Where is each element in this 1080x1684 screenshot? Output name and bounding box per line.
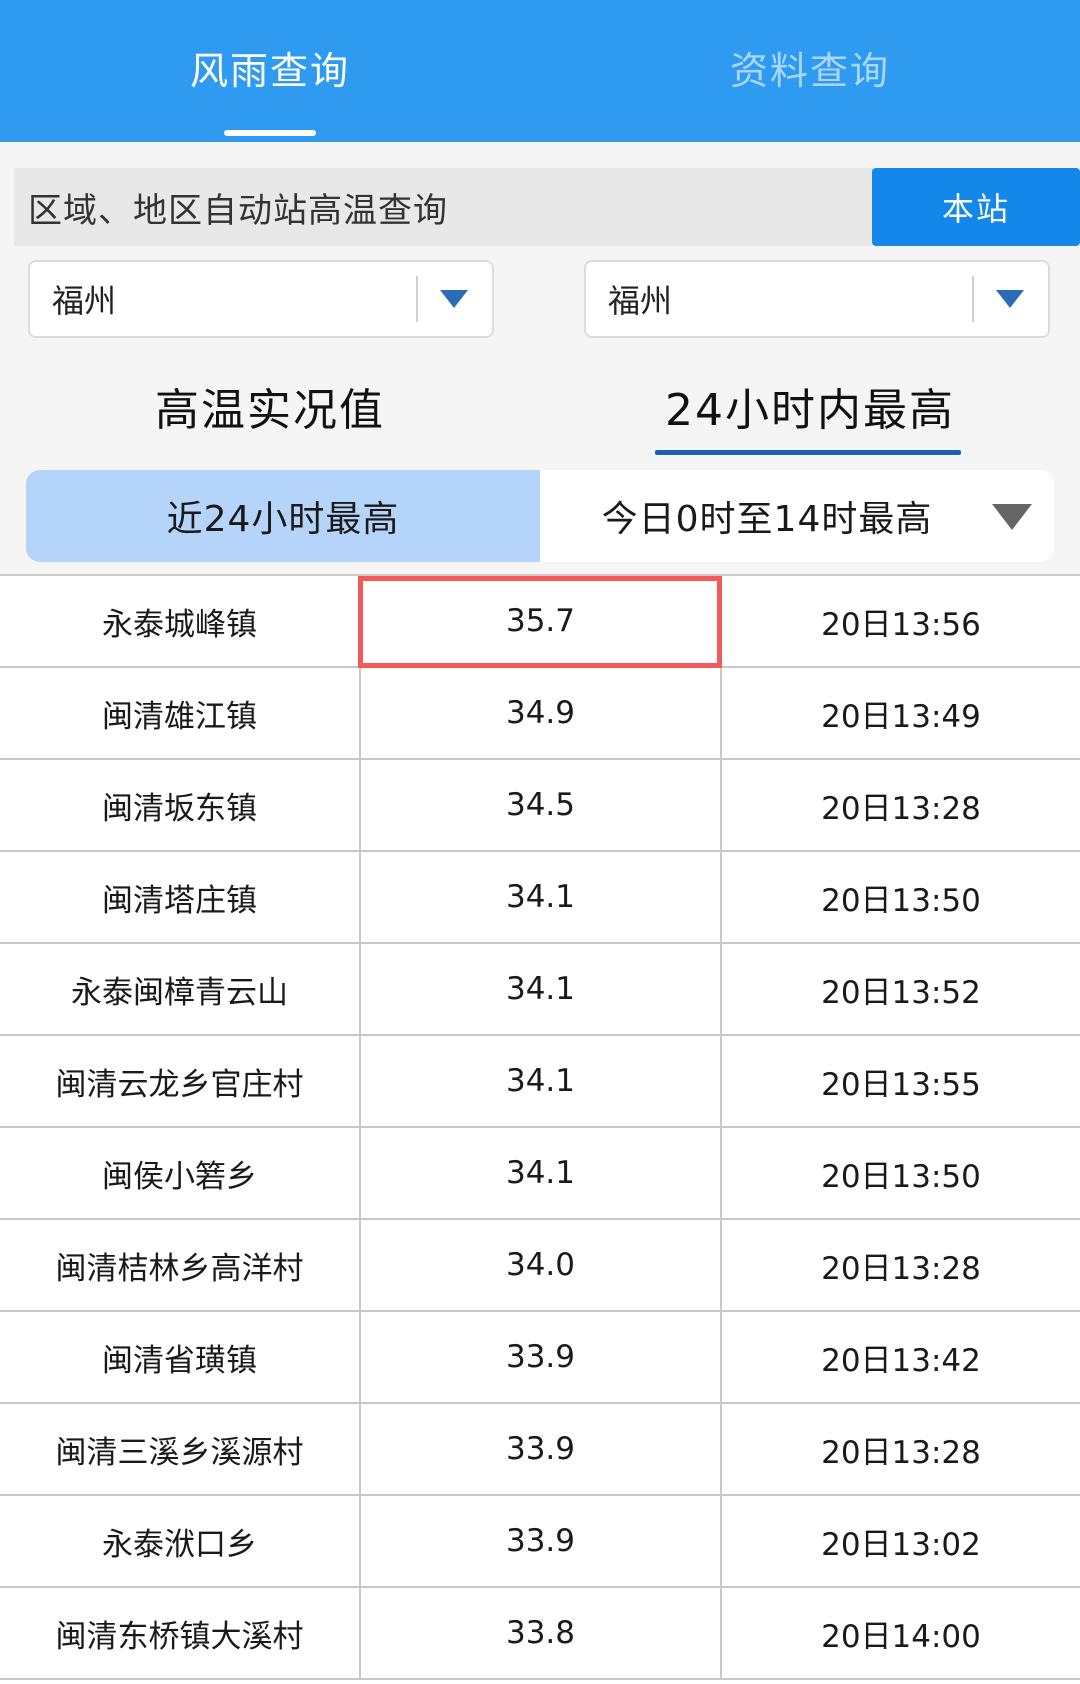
search-row: 区域、地区自动站高温查询 本站 xyxy=(14,168,1080,246)
table-row[interactable]: 永泰洑口乡 33.9 20日13:02 xyxy=(0,1496,1080,1588)
area-select[interactable]: 福州 xyxy=(584,260,1050,338)
time-cell: 20日13:56 xyxy=(821,606,981,643)
table-row[interactable]: 闽侯小箬乡 34.1 20日13:50 xyxy=(0,1128,1080,1220)
temperature-cell: 34.0 xyxy=(361,1220,722,1310)
temperature-cell: 34.1 xyxy=(361,1128,722,1218)
segment-last-24h[interactable]: 近24小时最高 xyxy=(26,470,540,562)
table-row[interactable]: 闽清塔庄镇 34.1 20日13:50 xyxy=(0,852,1080,944)
area-select-value: 福州 xyxy=(608,282,673,320)
time-cell: 20日13:49 xyxy=(821,698,981,735)
station-button[interactable]: 本站 xyxy=(872,168,1080,246)
temperature-cell: 33.9 xyxy=(361,1312,722,1402)
time-cell: 20日13:28 xyxy=(821,1250,981,1287)
temperature-cell: 33.9 xyxy=(361,1404,722,1494)
time-cell: 20日13:42 xyxy=(821,1342,981,1379)
station-name-cell: 闽侯小箬乡 xyxy=(0,1128,361,1218)
station-name-cell: 闽清东桥镇大溪村 xyxy=(0,1588,361,1678)
time-cell: 20日13:28 xyxy=(821,1434,981,1471)
tab-24h-max[interactable]: 24小时内最高 xyxy=(640,366,980,446)
time-cell: 20日13:55 xyxy=(821,1066,981,1103)
select-divider xyxy=(416,276,418,322)
temperature-cell: 34.1 xyxy=(361,944,722,1034)
time-cell: 20日14:00 xyxy=(821,1618,981,1655)
mode-tab-indicator xyxy=(655,450,961,455)
station-name-cell: 闽清雄江镇 xyxy=(0,668,361,758)
station-name-cell: 闽清桔林乡高洋村 xyxy=(0,1220,361,1310)
station-name-cell: 永泰闽樟青云山 xyxy=(0,944,361,1034)
search-label: 区域、地区自动站高温查询 xyxy=(28,190,448,231)
table-row[interactable]: 闽清三溪乡溪源村 33.9 20日13:28 xyxy=(0,1404,1080,1496)
time-cell: 20日13:02 xyxy=(821,1526,981,1563)
tab-wind-rain-query[interactable]: 风雨查询 xyxy=(0,0,540,142)
top-header: 风雨查询 资料查询 xyxy=(0,0,1080,142)
station-name-cell: 闽清省璜镇 xyxy=(0,1312,361,1402)
period-segment: 近24小时最高 今日0时至14时最高 xyxy=(26,470,1054,562)
temperature-cell: 35.7 xyxy=(361,576,722,666)
station-name-cell: 永泰洑口乡 xyxy=(0,1496,361,1586)
temperature-cell: 34.1 xyxy=(361,1036,722,1126)
table-row[interactable]: 闽清桔林乡高洋村 34.0 20日13:28 xyxy=(0,1220,1080,1312)
station-name-cell: 永泰城峰镇 xyxy=(0,576,361,666)
temperature-cell: 34.9 xyxy=(361,668,722,758)
chevron-down-icon xyxy=(440,290,468,308)
tab-active-indicator xyxy=(224,130,316,136)
time-cell: 20日13:28 xyxy=(821,790,981,827)
station-name-cell: 闽清塔庄镇 xyxy=(0,852,361,942)
table-row[interactable]: 闽清坂东镇 34.5 20日13:28 xyxy=(0,760,1080,852)
tab-high-temp-realtime[interactable]: 高温实况值 xyxy=(120,366,420,446)
station-name-cell: 闽清三溪乡溪源村 xyxy=(0,1404,361,1494)
temperature-cell: 33.9 xyxy=(361,1496,722,1586)
tab-data-query[interactable]: 资料查询 xyxy=(540,0,1080,142)
segment-today-0-14[interactable]: 今日0时至14时最高 xyxy=(540,470,1054,562)
table-row[interactable]: 闽清省璜镇 33.9 20日13:42 xyxy=(0,1312,1080,1404)
station-name-cell: 闽清坂东镇 xyxy=(0,760,361,850)
table-row[interactable]: 闽清雄江镇 34.9 20日13:49 xyxy=(0,668,1080,760)
region-select[interactable]: 福州 xyxy=(28,260,494,338)
temperature-table: 永泰城峰镇 35.7 20日13:56 闽清雄江镇 34.9 20日13:49 闽清坂东镇 3… xyxy=(0,574,1080,1684)
select-divider xyxy=(972,276,974,322)
temperature-cell: 34.1 xyxy=(361,852,722,942)
table-row[interactable]: 闽清云龙乡官庄村 34.1 20日13:55 xyxy=(0,1036,1080,1128)
temperature-cell: 34.5 xyxy=(361,760,722,850)
time-cell: 20日13:50 xyxy=(821,882,981,919)
station-name-cell: 闽清云龙乡官庄村 xyxy=(0,1036,361,1126)
chevron-down-icon xyxy=(996,290,1024,308)
time-cell: 20日13:52 xyxy=(821,974,981,1011)
caret-down-icon[interactable] xyxy=(992,504,1032,530)
table-row[interactable]: 永泰城峰镇 35.7 20日13:56 xyxy=(0,576,1080,668)
table-row[interactable]: 闽清东桥镇大溪村 33.8 20日14:00 xyxy=(0,1588,1080,1680)
temperature-cell: 33.8 xyxy=(361,1588,722,1678)
time-cell: 20日13:50 xyxy=(821,1158,981,1195)
region-select-value: 福州 xyxy=(52,282,117,320)
table-row[interactable]: 永泰闽樟青云山 34.1 20日13:52 xyxy=(0,944,1080,1036)
